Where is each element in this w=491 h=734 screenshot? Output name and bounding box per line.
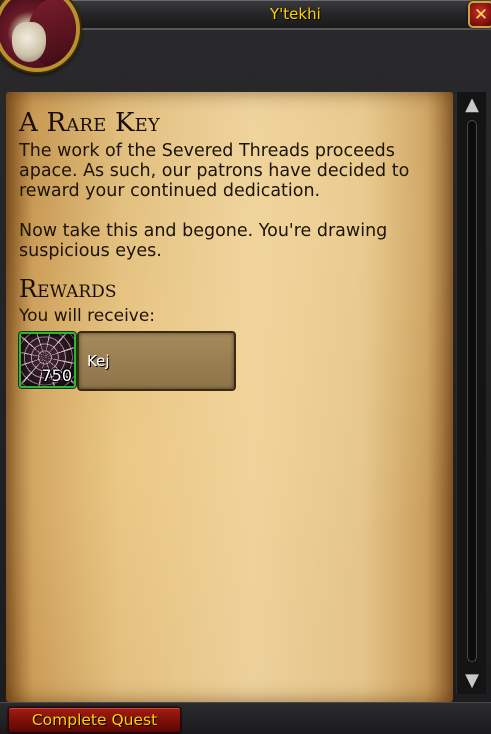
reward-name-slot[interactable]: Kej [77, 331, 236, 391]
bottom-bar: Complete Quest [0, 702, 491, 734]
scroll-track[interactable] [467, 120, 477, 662]
quest-paragraph-2: Now take this and begone. You're drawing… [19, 221, 388, 261]
web-icon[interactable]: 750 [19, 332, 76, 388]
window-title: Y'tekhi [270, 5, 321, 23]
quest-parchment: A Rare Key The work of the Severed Threa… [6, 92, 453, 702]
receive-label: You will receive: [19, 306, 156, 326]
quest-title: A Rare Key [19, 108, 161, 138]
close-icon: ✕ [473, 4, 489, 25]
title-bar[interactable]: Y'tekhi [70, 0, 491, 30]
scrollbar[interactable]: ▲ ▼ [456, 92, 486, 694]
reward-item[interactable]: 750 Kej [19, 330, 439, 392]
scroll-up-arrow-icon[interactable]: ▲ [461, 96, 483, 114]
scroll-down-arrow-icon[interactable]: ▼ [461, 672, 483, 690]
rewards-heading: Rewards [19, 275, 117, 303]
portrait-face [12, 22, 46, 62]
close-button[interactable]: ✕ [468, 1, 491, 28]
quest-paragraph-1: The work of the Severed Threads proceeds… [19, 141, 410, 201]
reward-name: Kej [87, 352, 110, 370]
complete-quest-button[interactable]: Complete Quest [8, 707, 181, 733]
npc-portrait [0, 0, 80, 72]
quest-window: Y'tekhi ✕ A Rare Key The work of the Sev… [0, 0, 491, 734]
reward-count: 750 [41, 366, 72, 385]
quest-content: A Rare Key The work of the Severed Threa… [19, 108, 439, 392]
